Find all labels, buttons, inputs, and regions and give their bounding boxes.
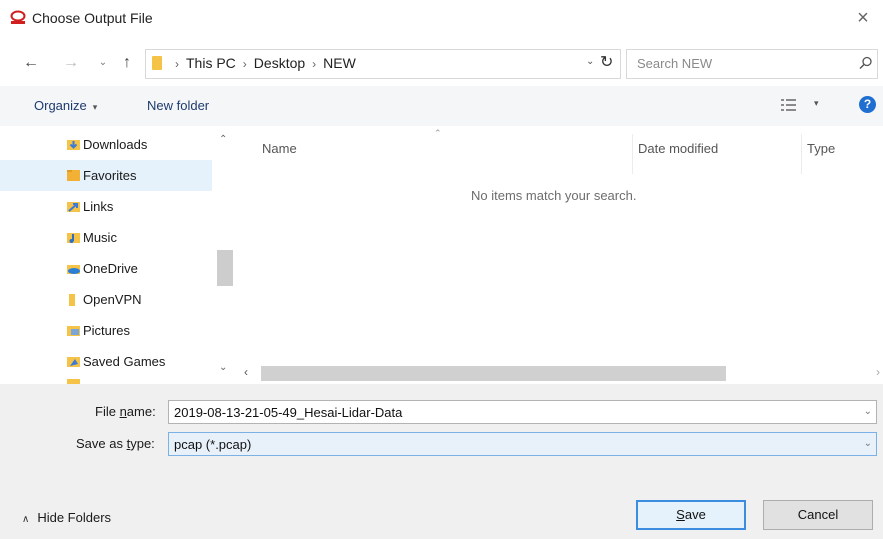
favorites-folder-icon	[67, 170, 80, 181]
sidebar-item-pictures[interactable]: Pictures	[0, 315, 212, 346]
chevron-down-icon[interactable]: ⌄	[864, 406, 872, 417]
breadcrumb-separator: ›	[312, 57, 317, 71]
caret-down-icon: ▾	[92, 102, 98, 112]
sidebar-item-saved-games[interactable]: Saved Games	[0, 346, 212, 377]
title-bar: Choose Output File ×	[0, 0, 883, 38]
links-folder-icon	[67, 202, 80, 212]
up-button[interactable]: ↑	[116, 52, 138, 74]
close-icon: ×	[857, 7, 869, 29]
search-icon[interactable]	[859, 56, 873, 70]
breadcrumb: › This PC › Desktop › NEW	[168, 55, 356, 71]
scroll-up-icon[interactable]: ⌃	[219, 134, 227, 145]
sidebar-item-label: Music	[83, 230, 117, 245]
scroll-left-icon[interactable]: ‹	[244, 365, 248, 379]
scrollbar-thumb[interactable]	[261, 366, 726, 381]
empty-list-message: No items match your search.	[471, 188, 637, 203]
sidebar-item-label: Downloads	[83, 137, 148, 152]
sidebar-item-onedrive[interactable]: OneDrive	[0, 253, 212, 284]
hide-folders-button[interactable]: ∧ Hide Folders	[22, 510, 111, 525]
app-logo-icon	[10, 10, 26, 26]
save-as-type-label: Save as type:	[76, 436, 155, 451]
column-header-name[interactable]: Name	[262, 141, 297, 156]
search-placeholder: Search NEW	[637, 56, 713, 71]
address-dropdown-icon[interactable]: ⌄	[586, 56, 594, 67]
recent-locations-button[interactable]: ⌄	[92, 52, 114, 74]
sidebar-item-favorites[interactable]: Favorites	[0, 160, 212, 191]
view-options-icon[interactable]	[781, 98, 797, 112]
file-list-horizontal-scrollbar[interactable]: ‹ ›	[236, 362, 883, 384]
breadcrumb-new[interactable]: NEW	[323, 55, 356, 71]
scroll-down-icon[interactable]: ⌄	[219, 362, 227, 373]
pictures-folder-icon	[67, 326, 80, 336]
chevron-up-icon: ∧	[22, 514, 30, 525]
help-icon: ?	[863, 97, 872, 111]
window-title: Choose Output File	[32, 10, 153, 26]
arrow-up-icon: ↑	[123, 54, 131, 71]
sidebar-item-label: Favorites	[83, 168, 137, 183]
organize-label: Organize	[34, 98, 87, 113]
save-label: ave	[684, 507, 706, 522]
file-name-label-part: ame:	[126, 404, 156, 419]
file-name-label-accelerator: n	[119, 404, 127, 419]
onedrive-icon	[67, 265, 80, 274]
sidebar-item-label: Links	[83, 199, 114, 214]
refresh-icon[interactable]: ↻	[600, 52, 613, 72]
file-name-value: 2019-08-13-21-05-49_Hesai-Lidar-Data	[174, 405, 403, 420]
save-as-type-label-part: ype:	[130, 436, 155, 451]
column-divider[interactable]	[801, 134, 802, 174]
folder-icon	[152, 56, 162, 70]
address-bar[interactable]: › This PC › Desktop › NEW ⌄ ↻	[145, 49, 621, 79]
file-name-label-part: File	[95, 404, 120, 419]
back-button[interactable]: ←	[20, 52, 42, 74]
help-button[interactable]: ?	[859, 96, 876, 113]
save-as-type-value: pcap (*.pcap)	[174, 437, 252, 452]
sidebar-item-openvpn[interactable]: OpenVPN	[0, 284, 212, 315]
chevron-down-icon: ⌄	[98, 57, 108, 68]
sidebar-item-downloads[interactable]: Downloads	[0, 129, 212, 160]
new-folder-button[interactable]: New folder	[147, 98, 209, 113]
save-label-accelerator: S	[676, 507, 685, 522]
column-divider[interactable]	[632, 134, 633, 174]
save-as-type-label-part: Save as	[76, 436, 127, 451]
breadcrumb-separator: ›	[175, 57, 179, 71]
sort-ascending-icon: ⌃	[434, 128, 442, 138]
breadcrumb-desktop[interactable]: Desktop	[254, 55, 305, 71]
arrow-left-icon: ←	[23, 54, 39, 71]
file-name-input[interactable]: 2019-08-13-21-05-49_Hesai-Lidar-Data ⌄	[168, 400, 877, 424]
command-toolbar: Organize ▾ New folder ▾ ?	[0, 86, 883, 126]
arrow-right-icon: →	[63, 54, 79, 71]
breadcrumb-this-pc[interactable]: This PC	[186, 55, 236, 71]
scrollbar-thumb[interactable]	[217, 250, 233, 286]
sidebar-item-label: OpenVPN	[83, 292, 142, 307]
close-button[interactable]: ×	[849, 5, 877, 31]
search-input[interactable]: Search NEW	[626, 49, 878, 79]
save-as-type-select[interactable]: pcap (*.pcap) ⌄	[168, 432, 877, 456]
navigation-pane: Downloads Favorites Links Music OneDrive…	[0, 126, 236, 384]
downloads-folder-icon	[67, 140, 80, 150]
saved-games-folder-icon	[67, 357, 80, 367]
column-header-type[interactable]: Type	[807, 141, 835, 156]
scroll-right-icon[interactable]: ›	[876, 365, 880, 379]
sidebar-item-label: Saved Games	[83, 354, 166, 369]
column-header-date-modified[interactable]: Date modified	[638, 141, 718, 156]
openvpn-folder-icon	[69, 294, 75, 306]
breadcrumb-separator: ›	[242, 57, 247, 71]
hide-folders-label: Hide Folders	[37, 510, 112, 525]
music-folder-icon	[67, 233, 80, 243]
view-dropdown-icon[interactable]: ▾	[814, 98, 819, 109]
navigation-pane-scrollbar[interactable]: ⌃ ⌄	[213, 126, 235, 384]
sidebar-item-music[interactable]: Music	[0, 222, 212, 253]
organize-button[interactable]: Organize ▾	[34, 98, 97, 113]
sidebar-item-label: Pictures	[83, 323, 130, 338]
chevron-down-icon[interactable]: ⌄	[864, 438, 872, 449]
file-name-label: File name:	[95, 404, 156, 419]
cancel-button[interactable]: Cancel	[763, 500, 873, 530]
sidebar-item-label: OneDrive	[83, 261, 138, 276]
file-list: ⌃ Name Date modified Type No items match…	[236, 126, 883, 384]
forward-button[interactable]: →	[60, 52, 82, 74]
navigation-bar: ← → ⌄ ↑ › This PC › Desktop › NEW ⌄ ↻ Search …	[0, 40, 883, 86]
dialog-footer: File name: 2019-08-13-21-05-49_Hesai-Lid…	[0, 384, 883, 539]
sidebar-item-links[interactable]: Links	[0, 191, 212, 222]
save-button[interactable]: Save	[636, 500, 746, 530]
